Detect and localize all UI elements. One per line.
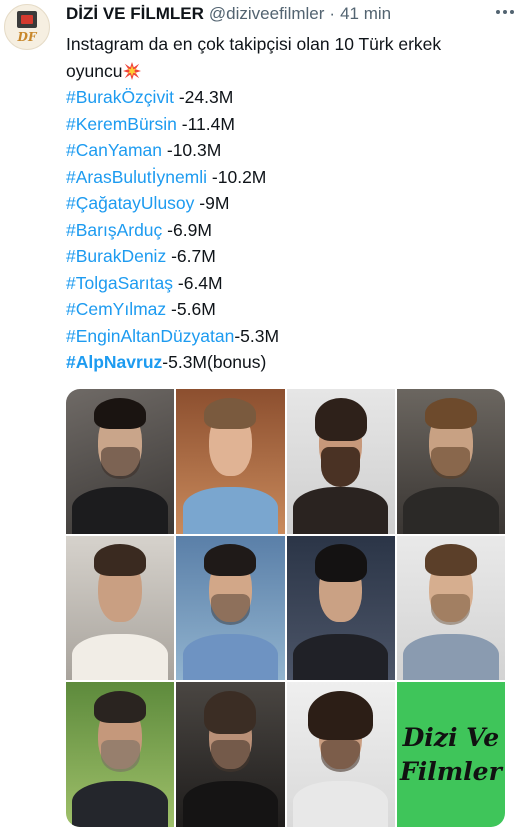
media-collage[interactable]: Dizi Ve Filmler [66,389,505,827]
photo-tile [66,389,175,534]
separator-dot: · [329,4,336,23]
list-item: #ArasBulutİynemli -10.2M [66,164,518,191]
photo-tile [286,682,395,827]
list-item: #BarışArduç -6.9M [66,217,518,244]
hashtag-link[interactable]: #CanYaman [66,140,162,160]
author-avatar[interactable]: DF [4,4,50,50]
list-item: #KeremBürsin -11.4M [66,111,518,138]
list-item: #BurakDeniz -6.7M [66,243,518,270]
list-item: #AlpNavruz-5.3M(bonus) [66,349,518,376]
follower-count: -6.4M [173,272,223,293]
hashtag-link[interactable]: #TolgaSarıtaş [66,273,173,293]
follower-count: -5.3M(bonus) [162,352,267,372]
follower-count: -9M [194,193,230,213]
follower-count: -6.7M [166,246,216,266]
tweet-line: Instagram da en çok takipçisi olan 10 Tü… [66,31,518,58]
logo-text-line-1: Dizi Ve [402,722,500,752]
follower-count: -10.3M [162,140,222,160]
list-item: #EnginAltanDüzyatan-5.3M [66,323,518,350]
logo-text-line-2: Filmler [399,756,502,786]
photo-tile [286,535,395,681]
hashtag-link[interactable]: #KeremBürsin [66,114,177,134]
follower-count: -5.6M [166,299,216,319]
list-item: #TolgaSarıtaş -6.4M [66,270,518,297]
photo-tile [176,682,285,827]
list-item: #BurakÖzçivit -24.3M [66,84,518,111]
tweet-timestamp[interactable]: 41 min [340,4,391,24]
hashtag-link[interactable]: #ArasBulutİynemli [66,167,207,187]
follower-count: -24.3M [173,87,234,107]
more-options-icon[interactable] [496,2,514,22]
photo-tile [286,389,395,534]
tweet-text: Instagram da en çok takipçisi olan 10 Tü… [66,31,518,376]
tweet-text-line-1: Instagram da en çok takipçisi olan 10 Tü… [66,34,442,54]
collision-icon [123,61,142,80]
list-item: #CemYılmaz -5.6M [66,296,518,323]
hashtag-link[interactable]: #AlpNavruz [66,352,162,372]
clapperboard-icon [17,11,37,28]
author-name[interactable]: DİZİ VE FİLMLER [66,4,204,24]
follower-count: -5.3M [234,325,280,346]
photo-tile [176,389,285,534]
hashtag-link[interactable]: #ÇağatayUlusoy [66,193,194,213]
tweet-text-line-2: oyuncu [66,60,123,81]
follower-count: -11.4M [176,113,235,134]
tweet[interactable]: DF DİZİ VE FİLMLER @diziveefilmler · 41 … [0,0,526,828]
hashtag-link[interactable]: #EnginAltanDüzyatan [66,326,234,346]
photo-tile [396,535,505,681]
hashtag-link[interactable]: #BarışArduç [66,220,162,240]
avatar-monogram: DF [17,30,37,44]
brand-logo-tile: Dizi Ve Filmler [396,682,505,827]
tweet-line: oyuncu [66,58,518,85]
list-item: #CanYaman -10.3M [66,137,518,164]
follower-count: -6.9M [162,219,212,240]
hashtag-link[interactable]: #BurakDeniz [66,246,166,266]
photo-tile [66,682,175,827]
photo-tile [396,389,505,534]
hashtag-link[interactable]: #BurakÖzçivit [66,87,174,107]
list-item: #ÇağatayUlusoy -9M [66,190,518,217]
follower-count: -10.2M [207,166,267,187]
tweet-header: DİZİ VE FİLMLER @diziveefilmler · 41 min [66,3,514,25]
author-handle[interactable]: @diziveefilmler [209,4,325,24]
hashtag-link[interactable]: #CemYılmaz [66,299,166,319]
photo-tile [176,535,285,681]
photo-tile [66,535,175,681]
